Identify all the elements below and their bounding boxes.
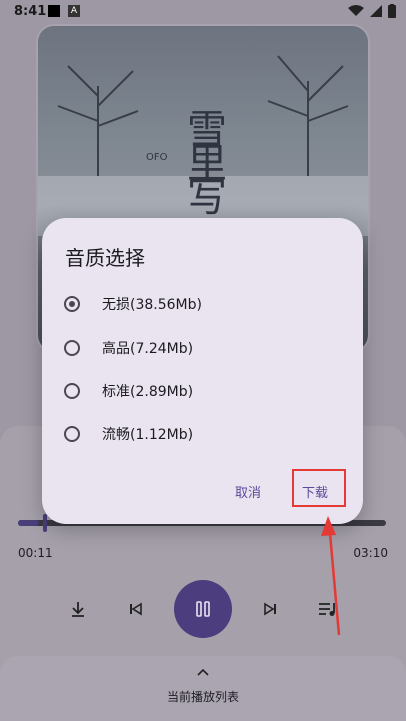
radio-button[interactable]: [64, 426, 80, 442]
skip-previous-icon: [130, 602, 142, 616]
signal-icon: [370, 5, 382, 17]
dialog-title: 音质选择: [65, 246, 145, 270]
previous-button[interactable]: [122, 595, 150, 623]
pause-button[interactable]: [174, 580, 232, 638]
queue-music-icon: [319, 603, 335, 616]
cancel-button[interactable]: 取消: [235, 482, 261, 501]
quality-option-smooth[interactable]: 流畅(1.12Mb): [64, 420, 193, 448]
next-button[interactable]: [256, 595, 284, 623]
elapsed-time: 00:11: [18, 546, 53, 560]
radio-button[interactable]: [64, 340, 80, 356]
seek-bar-fill: [18, 520, 40, 526]
playlist-bar[interactable]: 当前播放列表: [0, 656, 406, 721]
quality-dialog: 音质选择 无损(38.56Mb) 高品(7.24Mb) 标准(2.89Mb) 流…: [42, 218, 363, 524]
battery-icon: [388, 4, 396, 18]
option-label: 高品(7.24Mb): [102, 341, 194, 357]
option-label: 标准(2.89Mb): [102, 384, 194, 400]
quality-option-standard[interactable]: 标准(2.89Mb): [64, 377, 193, 405]
album-title-art: 雪里写: [180, 108, 226, 210]
download-icon: [72, 602, 84, 617]
notification-icon: [48, 5, 60, 17]
quality-option-high[interactable]: 高品(7.24Mb): [64, 334, 193, 362]
seek-bar-thumb[interactable]: [43, 514, 48, 532]
skip-next-icon: [264, 602, 276, 616]
option-label: 流畅(1.12Mb): [102, 427, 194, 443]
highlight-box: [292, 469, 346, 507]
playlist-label: 当前播放列表: [166, 690, 239, 704]
quality-option-lossless[interactable]: 无损(38.56Mb): [64, 290, 202, 318]
option-label: 无损(38.56Mb): [102, 297, 202, 313]
status-bar: 8:41 A: [0, 0, 406, 24]
radio-button[interactable]: [64, 296, 80, 312]
chevron-up-icon: [197, 668, 209, 676]
pause-icon: [196, 601, 210, 617]
total-time: 03:10: [353, 546, 388, 560]
wifi-icon: [348, 5, 364, 16]
app-indicator-icon: A: [68, 5, 80, 17]
download-button[interactable]: [64, 595, 92, 623]
album-tag: OFO: [146, 152, 168, 163]
playlist-button[interactable]: [314, 595, 342, 623]
radio-button[interactable]: [64, 383, 80, 399]
status-time: 8:41: [14, 4, 47, 19]
